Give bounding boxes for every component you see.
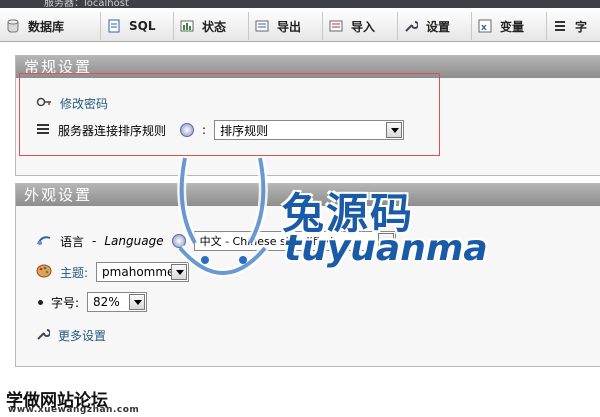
tab-label: 设置 (426, 19, 451, 34)
tab-settings[interactable]: 设置 (397, 12, 471, 40)
font-size-label: 字号: (51, 295, 80, 310)
tab-label: 变量 (500, 19, 525, 34)
tab-database[interactable]: 数据库 (0, 12, 100, 40)
language-dash: - (92, 234, 97, 248)
top-strip: 服务器：localhost (0, 0, 600, 9)
more-settings-row[interactable]: 更多设置 (36, 327, 106, 344)
tab-label: SQL (129, 19, 156, 33)
tab-variables[interactable]: x 变量 (471, 12, 546, 40)
tab-sql[interactable]: SQL (100, 12, 173, 40)
tab-label: 导入 (351, 19, 376, 34)
tab-import[interactable]: 导入 (322, 12, 397, 40)
svg-text:x: x (481, 23, 487, 33)
tab-label: 数据库 (28, 19, 65, 34)
charset-icon (553, 19, 567, 33)
wrench-icon (404, 19, 419, 33)
theme-value: pmahomme (102, 265, 175, 279)
font-size-row: 字号: 82% (38, 292, 148, 312)
tab-bar: 数据库 SQL 状态 导出 导入 设置 x 变量 字 (0, 8, 600, 42)
more-settings-link[interactable]: 更多设置 (58, 327, 106, 344)
language-en-label: Language (104, 234, 164, 248)
language-icon (36, 233, 52, 250)
status-icon (180, 19, 194, 33)
font-size-select[interactable]: 82% (87, 292, 148, 312)
bullet-icon (38, 299, 43, 305)
tab-label: 导出 (277, 19, 302, 34)
tab-label: 字 (575, 19, 588, 34)
palette-icon (36, 264, 52, 281)
footer-url: www.xuewangzhan.com (8, 405, 140, 415)
tab-export[interactable]: 导出 (248, 12, 322, 40)
font-size-value: 82% (93, 295, 120, 309)
theme-label[interactable]: 主题: (60, 264, 88, 281)
database-icon (6, 19, 20, 33)
wrench-icon (36, 327, 51, 344)
watermark-latin: tuyuanma (284, 228, 488, 269)
import-icon (329, 19, 343, 33)
chevron-down-icon (129, 294, 146, 310)
language-label: 语言 (60, 234, 85, 249)
bunny-logo (176, 157, 269, 278)
tab-status[interactable]: 状态 (173, 12, 248, 40)
highlight-box (19, 73, 440, 156)
tab-label: 状态 (202, 19, 227, 34)
tab-charset[interactable]: 字 (546, 12, 600, 40)
sql-icon (107, 19, 121, 33)
variables-icon: x (478, 19, 492, 33)
export-icon (255, 19, 269, 33)
